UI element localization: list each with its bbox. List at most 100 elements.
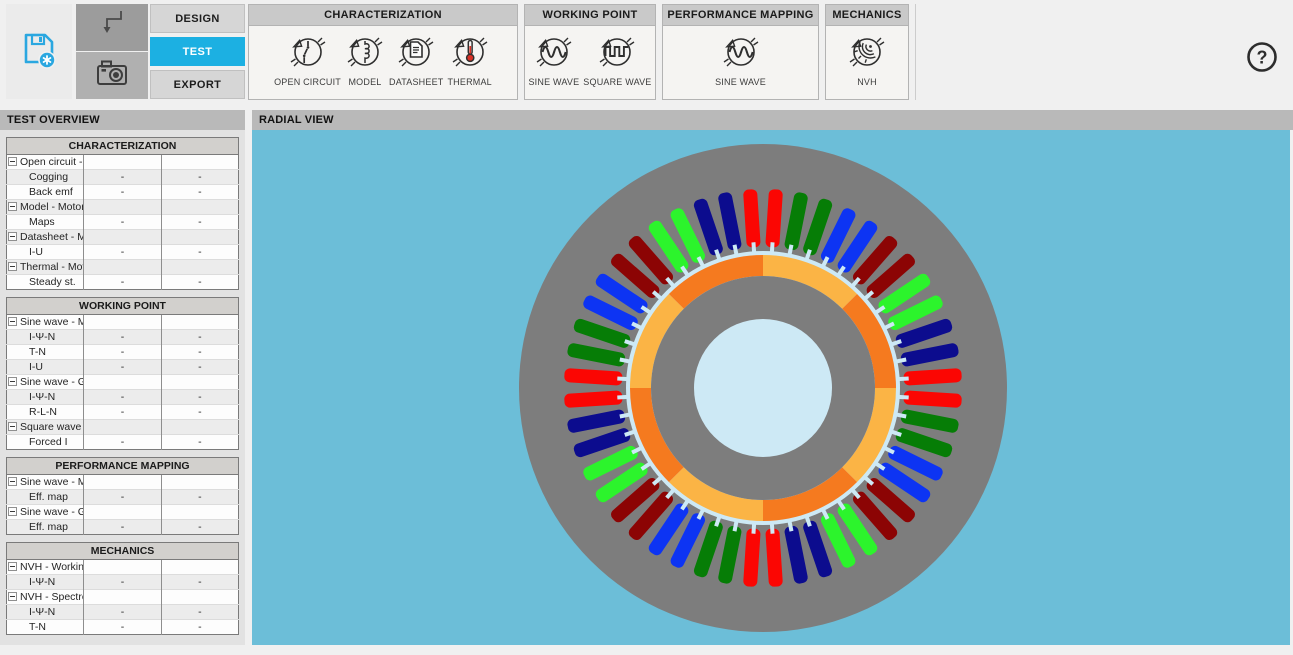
test-row-datasheet-motor[interactable]: Datasheet - Motor: [7, 230, 239, 245]
result-cell: [161, 560, 238, 575]
test-row-label: T-N: [7, 620, 84, 635]
test-row-eff-map[interactable]: Eff. map--: [7, 490, 239, 505]
ribbon-group-performance-mapping: PERFORMANCE MAPPING SINE WAVE: [662, 4, 819, 100]
test-row-i-u[interactable]: I-U--: [7, 245, 239, 260]
result-cell: -: [84, 185, 161, 200]
tab-design[interactable]: DESIGN: [150, 4, 245, 33]
collapse-expander-icon[interactable]: [8, 157, 17, 166]
ribbon-group-title: CHARACTERIZATION: [249, 5, 517, 26]
test-row-label: I-Ψ-N: [7, 605, 84, 620]
result-cell: [161, 200, 238, 215]
tab-export[interactable]: EXPORT: [150, 70, 245, 99]
ribbon-item-nvh[interactable]: NVH: [845, 34, 889, 87]
test-row-label: NVH - Working Point: [7, 560, 84, 575]
ribbon-item-sine-wave[interactable]: SINE WAVE: [713, 34, 768, 87]
test-row-eff-map[interactable]: Eff. map--: [7, 520, 239, 535]
tab-test[interactable]: TEST: [150, 37, 245, 66]
test-row-back-emf[interactable]: Back emf--: [7, 185, 239, 200]
test-row-label: Steady st.: [7, 275, 84, 290]
undo-arrow-icon: [94, 6, 130, 49]
test-row-i-n[interactable]: I-Ψ-N--: [7, 575, 239, 590]
collapse-expander-icon[interactable]: [8, 422, 17, 431]
status-strip: [0, 645, 1293, 655]
result-cell: [84, 315, 161, 330]
test-row-cogging[interactable]: Cogging--: [7, 170, 239, 185]
test-row-steady-st[interactable]: Steady st.--: [7, 275, 239, 290]
help-button[interactable]: ?: [1245, 40, 1279, 74]
ribbon-item-model[interactable]: MODEL: [343, 34, 387, 87]
collapse-expander-icon[interactable]: [8, 377, 17, 386]
test-row-label: I-Ψ-N: [7, 390, 84, 405]
result-cell: -: [84, 435, 161, 450]
test-row-nvh-spectrogram[interactable]: NVH - Spectrogram: [7, 590, 239, 605]
result-cell: [161, 420, 238, 435]
test-row-open-circuit-motor[interactable]: Open circuit - Motor & ...: [7, 155, 239, 170]
result-cell: -: [84, 405, 161, 420]
test-row-sine-wave-generator[interactable]: Sine wave - Generator: [7, 375, 239, 390]
save-icon: [19, 27, 59, 76]
result-cell: -: [161, 520, 238, 535]
test-row-forced-i[interactable]: Forced I--: [7, 435, 239, 450]
result-cell: -: [161, 605, 238, 620]
overview-table-working-point: WORKING POINTSine wave - MotorI-Ψ-N--T-N…: [6, 297, 239, 450]
result-cell: -: [161, 435, 238, 450]
test-row-nvh-working-point[interactable]: NVH - Working Point: [7, 560, 239, 575]
test-row-square-wave-motor[interactable]: Square wave - Motor: [7, 420, 239, 435]
result-cell: -: [161, 405, 238, 420]
collapse-expander-icon[interactable]: [8, 262, 17, 271]
overview-table-mechanics: MECHANICSNVH - Working PointI-Ψ-N--NVH -…: [6, 542, 239, 635]
result-cell: -: [161, 620, 238, 635]
ribbon-group-body: NVH: [826, 26, 908, 99]
result-cell: [161, 230, 238, 245]
collapse-expander-icon[interactable]: [8, 507, 17, 516]
test-row-label: Eff. map: [7, 490, 84, 505]
ribbon-item-sine-wave[interactable]: SINE WAVE: [526, 34, 581, 87]
collapse-expander-icon[interactable]: [8, 477, 17, 486]
ribbon-item-datasheet[interactable]: DATASHEET: [387, 34, 445, 87]
svg-text:?: ?: [1257, 48, 1268, 68]
collapse-expander-icon[interactable]: [8, 317, 17, 326]
test-row-thermal-motor-gen[interactable]: Thermal - Motor & Gen...: [7, 260, 239, 275]
motor-cross-section: [252, 130, 1290, 645]
sine-wave-icon: [721, 34, 761, 75]
ribbon-item-square-wave[interactable]: SQUARE WAVE: [581, 34, 653, 87]
ribbon-item-thermal[interactable]: THERMAL: [445, 34, 493, 87]
save-button[interactable]: [6, 4, 72, 99]
collapse-expander-icon[interactable]: [8, 232, 17, 241]
ribbon-group-mechanics: MECHANICS NVH: [825, 4, 909, 100]
test-row-i-n[interactable]: I-Ψ-N--: [7, 605, 239, 620]
test-row-label: Datasheet - Motor: [7, 230, 84, 245]
test-row-i-n[interactable]: I-Ψ-N--: [7, 330, 239, 345]
datasheet-icon: [396, 34, 436, 75]
toolbar: DESIGN TEST EXPORT CHARACTERIZATION OPEN C…: [0, 0, 1293, 104]
square-wave-icon: [597, 34, 637, 75]
coil-icon: [345, 34, 385, 75]
test-row-t-n[interactable]: T-N--: [7, 620, 239, 635]
section-header: CHARACTERIZATION: [7, 138, 239, 155]
test-row-sine-wave-generator[interactable]: Sine wave - Generator: [7, 505, 239, 520]
test-row-t-n[interactable]: T-N--: [7, 345, 239, 360]
test-row-i-u[interactable]: I-U--: [7, 360, 239, 375]
test-row-i-n[interactable]: I-Ψ-N--: [7, 390, 239, 405]
test-row-label: Square wave - Motor: [7, 420, 84, 435]
result-cell: -: [161, 245, 238, 260]
nvh-icon: [847, 34, 887, 75]
test-row-sine-wave-motor[interactable]: Sine wave - Motor: [7, 315, 239, 330]
result-cell: -: [84, 245, 161, 260]
collapse-expander-icon[interactable]: [8, 202, 17, 211]
undo-button[interactable]: [76, 4, 148, 51]
test-row-r-l-n[interactable]: R-L-N--: [7, 405, 239, 420]
ribbon-item-label: OPEN CIRCUIT: [274, 77, 341, 87]
collapse-expander-icon[interactable]: [8, 562, 17, 571]
test-row-maps[interactable]: Maps--: [7, 215, 239, 230]
test-row-label: I-Ψ-N: [7, 330, 84, 345]
test-row-label: R-L-N: [7, 405, 84, 420]
test-row-label: Back emf: [7, 185, 84, 200]
ribbon-item-open-circuit[interactable]: OPEN CIRCUIT: [272, 34, 343, 87]
screenshot-button[interactable]: [76, 52, 148, 99]
result-cell: [161, 505, 238, 520]
test-row-label: Maps: [7, 215, 84, 230]
collapse-expander-icon[interactable]: [8, 592, 17, 601]
test-row-sine-wave-motor[interactable]: Sine wave - Motor: [7, 475, 239, 490]
test-row-model-motor[interactable]: Model - Motor: [7, 200, 239, 215]
